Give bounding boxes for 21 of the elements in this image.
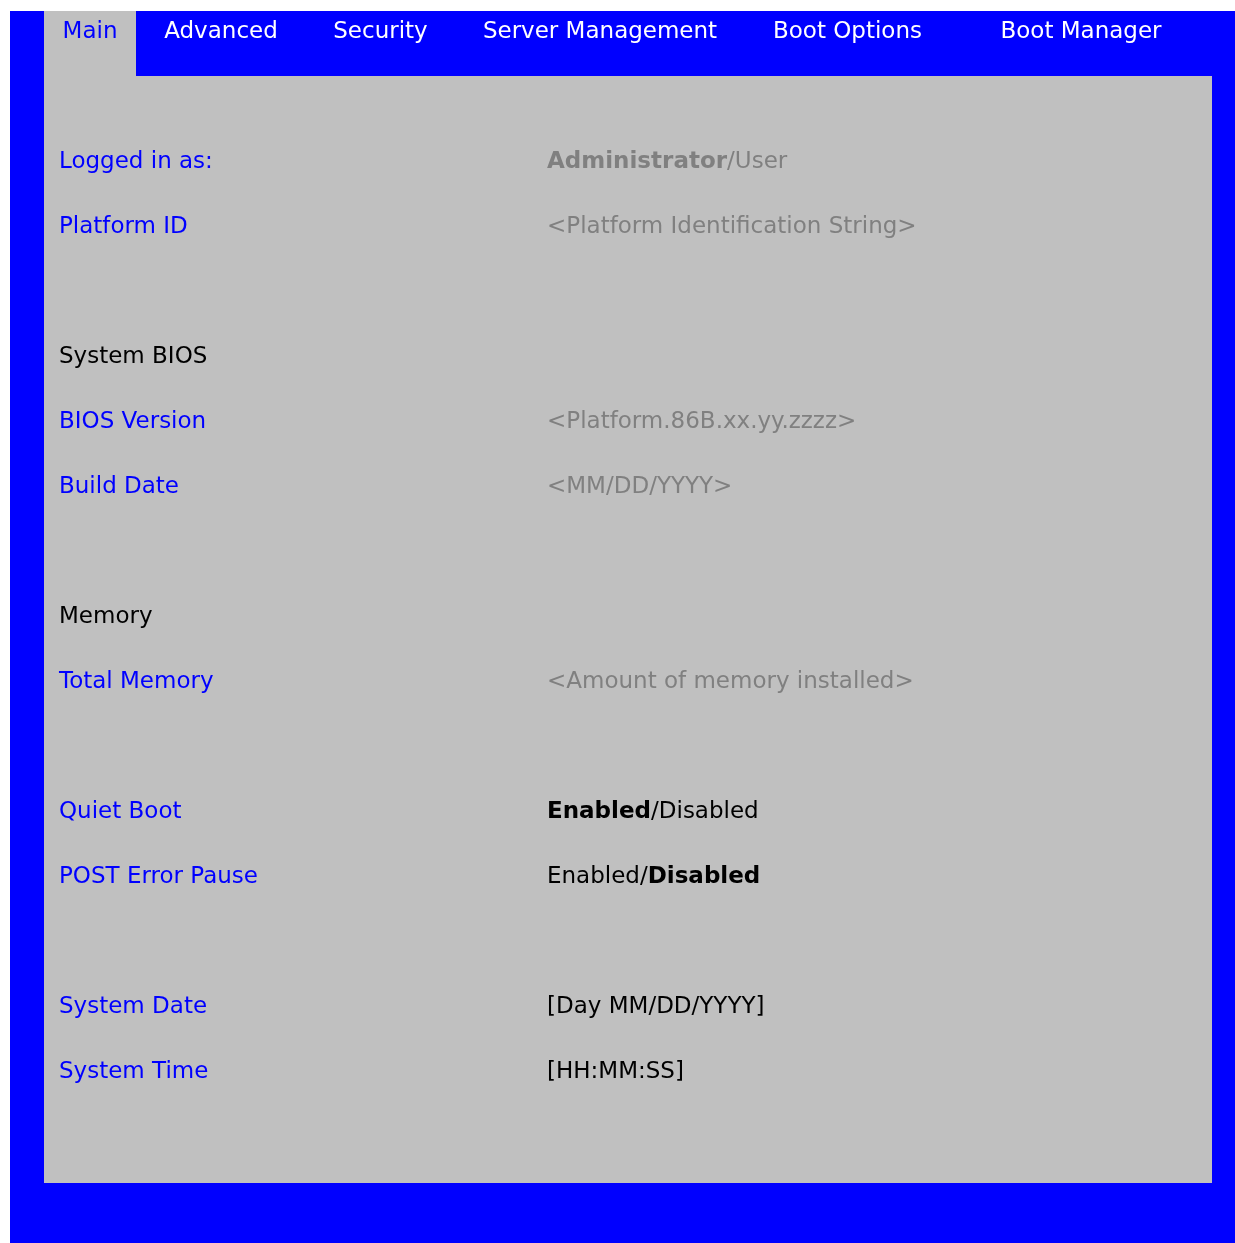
setting-label: Build Date	[59, 471, 181, 501]
option-value[interactable]: Enabled/Disabled	[547, 858, 761, 893]
option-value[interactable]: Enabled/Disabled	[547, 793, 759, 828]
setting-value: <Platform Identification String>	[547, 211, 917, 241]
menu-tab[interactable]: Main	[44, 11, 136, 76]
setting-label: Quiet Boot	[59, 796, 183, 826]
setting-value: <Platform.86B.xx.yy.zzzz>	[547, 406, 857, 436]
section-heading: Memory	[59, 601, 153, 631]
setting-label: System Date	[59, 991, 209, 1021]
setting-label: System Time	[59, 1056, 210, 1086]
setting-label: Logged in as:	[59, 146, 214, 176]
input-value[interactable]: [HH:MM:SS]	[547, 1053, 684, 1088]
setting-value: Administrator/User	[547, 146, 788, 176]
section-heading: System BIOS	[59, 341, 208, 371]
setting-value: <Amount of memory installed>	[547, 666, 914, 696]
setting-label: POST Error Pause	[59, 861, 259, 891]
input-value[interactable]: [Day MM/DD/YYYY]	[547, 988, 765, 1023]
setting-label: Total Memory	[59, 666, 215, 696]
setting-value: <MM/DD/YYYY>	[547, 471, 733, 501]
setting-label: Platform ID	[59, 211, 189, 241]
setting-label: BIOS Version	[59, 406, 208, 436]
